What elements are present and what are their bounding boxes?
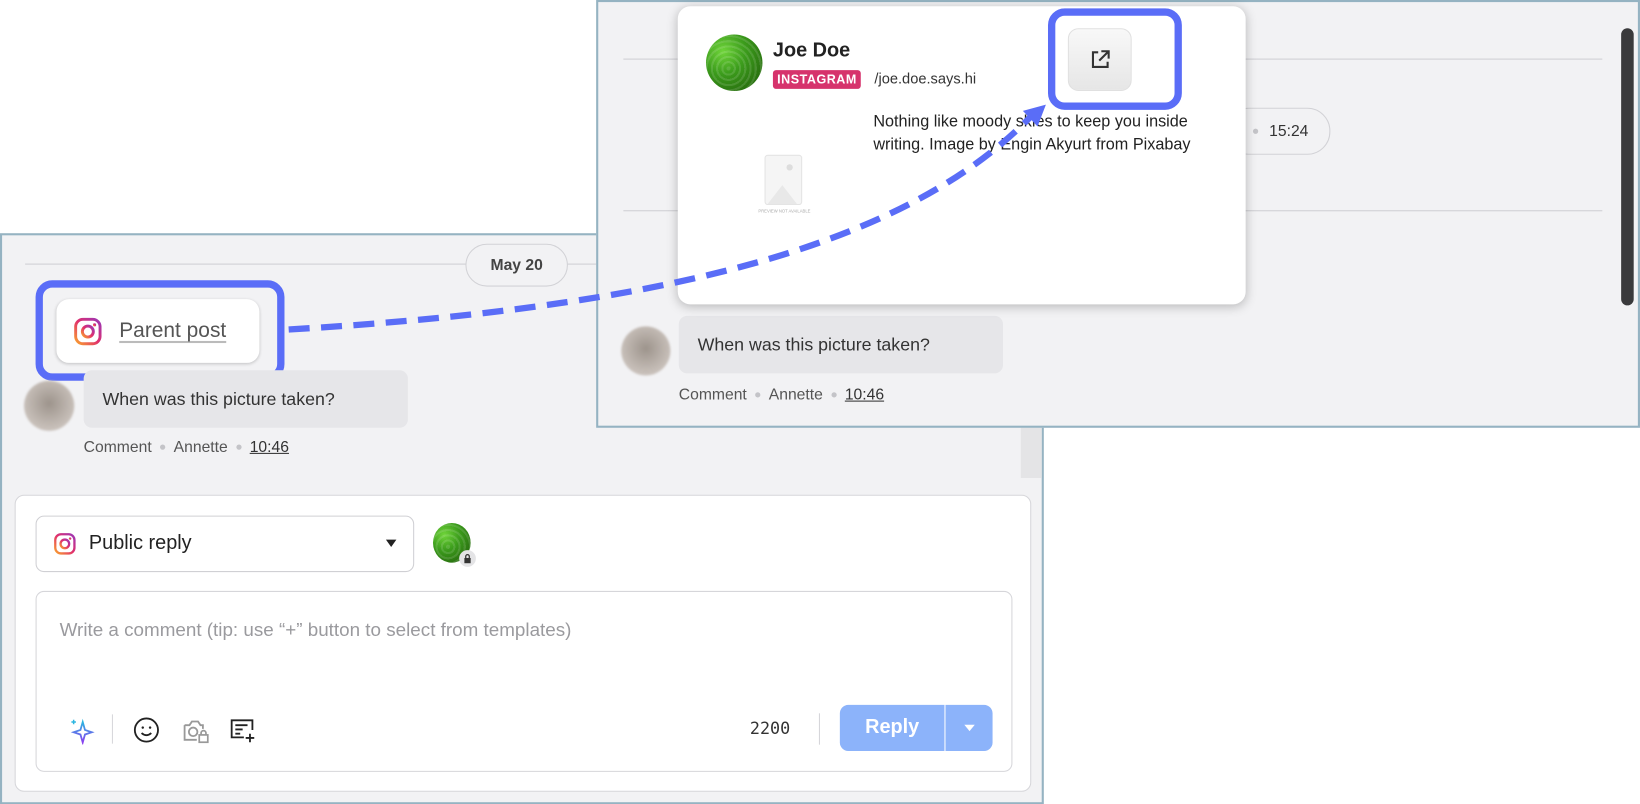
annotation-arrow: [288, 104, 1046, 333]
dashed-arrow-line: [288, 114, 1033, 333]
